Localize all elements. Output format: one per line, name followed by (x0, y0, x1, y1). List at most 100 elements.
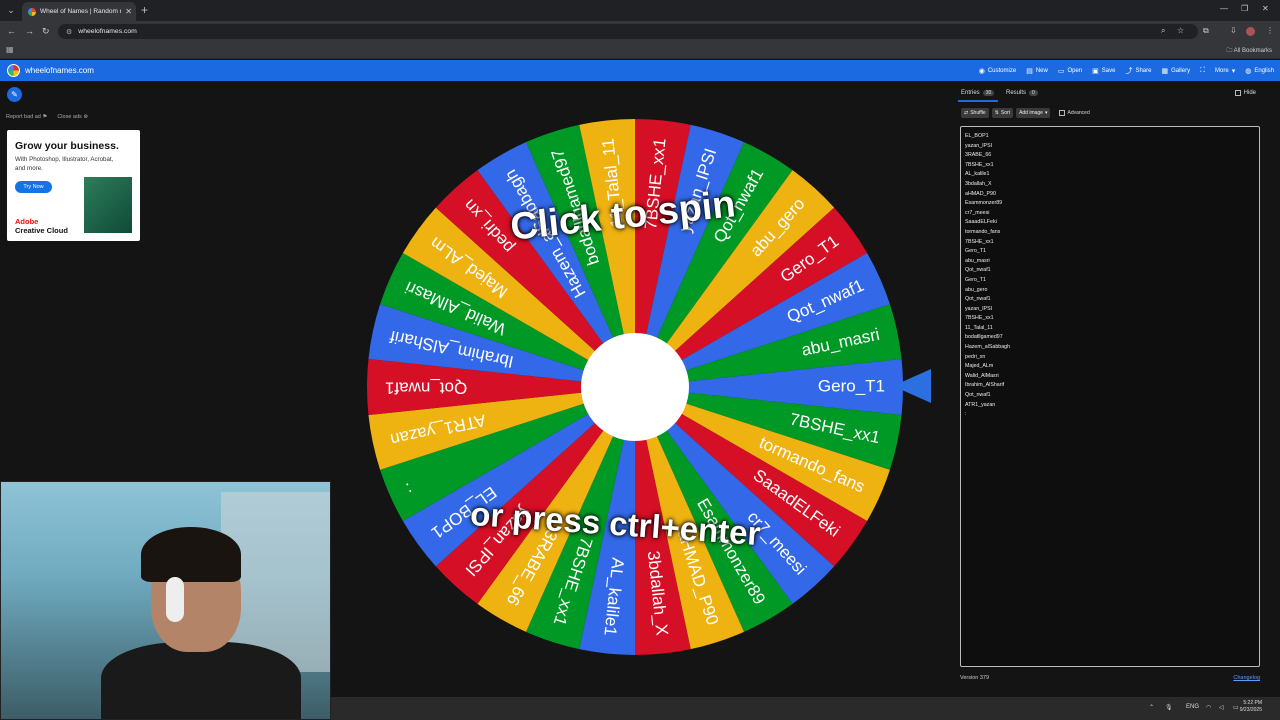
customize-button[interactable]: ◉ Customize (979, 67, 1016, 75)
globe-icon: ◍ (1245, 67, 1252, 75)
advanced-label: Advanced (1067, 110, 1090, 116)
hide-checkbox[interactable] (1234, 90, 1241, 96)
all-bookmarks[interactable]: 🗀 All Bookmarks (1226, 46, 1272, 56)
flag-icon: ⚑ (42, 114, 48, 120)
folder-icon: ▭ (1057, 67, 1065, 75)
entries-panel: Entries 30 Results 0 Hide ⇄ Shuffle ⇅ Sort A… (955, 86, 1270, 686)
downloads-icon[interactable]: ⇩ (1230, 26, 1237, 35)
ad-brand: Adobe Creative Cloud (15, 217, 68, 235)
reload-icon[interactable]: ↻ (42, 26, 50, 37)
entries-count-badge: 30 (982, 90, 995, 96)
close-tab-icon[interactable]: ✕ (125, 7, 132, 16)
address-bar[interactable]: ⚙ wheelofnames.com (58, 24, 1198, 39)
tab-title: Wheel of Names | Random nam... (40, 8, 121, 15)
entries-textarea[interactable]: EL_BOP1 yazan_IPSI 3RABE_66 7BSHE_xx1 AL_kal… (960, 126, 1260, 667)
microphone-icon[interactable]: 🎙 (1165, 704, 1173, 711)
entry-line: ATR1_yazan (965, 401, 996, 408)
entry-line: 7BSHE_xx1 (965, 315, 994, 322)
tab-entries[interactable]: Entries 30 (961, 90, 995, 96)
ad-subtext: With Photoshop, Illustrator, Acrobat, an… (15, 156, 114, 172)
browser-tab[interactable]: Wheel of Names | Random nam... ✕ (22, 2, 136, 21)
tab-search-icon[interactable]: ⌄ (4, 4, 18, 17)
report-ad-link[interactable]: Report bad ad ⚑ (6, 114, 47, 120)
wheel-logo-icon[interactable] (7, 64, 20, 77)
minimize-icon[interactable]: — (1220, 4, 1228, 13)
share-icon: ⤴ (1125, 67, 1133, 75)
tray-chevron-icon[interactable]: ⌃ (1149, 704, 1154, 711)
forward-icon[interactable]: → (25, 26, 34, 36)
entry-line: aHMAD_P90 (965, 190, 996, 197)
ad-try-now-button[interactable]: Try Now (15, 181, 52, 193)
chrome-menu-icon[interactable]: ⋮ (1266, 26, 1274, 35)
gallery-button[interactable]: ▦ Gallery (1161, 67, 1190, 75)
entry-line: yazan_IPSI (965, 142, 993, 149)
restore-icon[interactable]: ❐ (1241, 4, 1248, 13)
language-button[interactable]: ◍ English (1245, 67, 1274, 75)
wifi-icon[interactable]: ◠ (1206, 704, 1211, 711)
ad-brand-product: Creative Cloud (15, 226, 68, 235)
ad-headline: Grow your business. (15, 140, 119, 152)
edit-pencil-icon[interactable]: ✎ (7, 87, 22, 102)
new-tab-icon[interactable]: + (141, 3, 148, 17)
tab-results[interactable]: Results 0 (1006, 90, 1038, 96)
tab-entries-label: Entries (961, 90, 980, 96)
hide-toggle[interactable]: Hide (1234, 90, 1256, 96)
ad-brand-name: Adobe (15, 217, 39, 226)
browser-tab-strip: ⌄ Wheel of Names | Random nam... ✕ + — ❐… (0, 0, 1280, 21)
entry-line: 3RABE_66 (965, 152, 992, 159)
shuffle-button[interactable]: ⇄ Shuffle (961, 108, 989, 118)
sort-label: Sort (1000, 110, 1011, 116)
add-image-button[interactable]: Add image ▾ (1016, 108, 1051, 118)
extensions-icon[interactable]: ⧉ (1203, 26, 1209, 36)
webcam-person-hair (141, 527, 241, 582)
chevron-down-icon: ▾ (1044, 110, 1048, 116)
entry-line: 3bdallah_X (965, 180, 992, 187)
share-button[interactable]: ⤴ Share (1125, 66, 1151, 76)
changelog-link[interactable]: Changelog (1233, 675, 1260, 681)
webcam-person-body (101, 642, 301, 719)
version-text: Version 379 (960, 675, 990, 681)
save-button[interactable]: ▣ Save (1092, 67, 1115, 75)
wheel-segment-label: Gero_T1 (818, 376, 885, 395)
back-icon[interactable]: ← (7, 26, 16, 36)
panel-tabs: Entries 30 Results 0 Hide (955, 86, 1270, 102)
fullscreen-button[interactable]: ⛶ (1200, 67, 1205, 75)
close-window-icon[interactable]: ✕ (1262, 4, 1269, 13)
advanced-checkbox[interactable] (1059, 110, 1066, 116)
wheel-center-hub[interactable] (581, 333, 689, 441)
app-header: wheelofnames.com ◉ Customize ▤ New ▭ Open ▣… (0, 60, 1280, 81)
advertisement[interactable]: Grow your business. With Photoshop, Illu… (7, 130, 140, 241)
entry-line: Ibrahim_AlSharif (965, 382, 1005, 389)
entry-line: Qot_nwaf1 (965, 267, 991, 274)
zoom-icon[interactable]: ⌕ (1161, 26, 1165, 36)
file-icon: ▤ (1026, 67, 1033, 75)
gallery-label: Gallery (1171, 67, 1191, 74)
sort-button[interactable]: ⇅ Sort (991, 108, 1014, 118)
clock[interactable]: 5:22 PM 9/23/2025 (1240, 700, 1262, 714)
language-indicator[interactable]: ENG (1186, 704, 1199, 710)
more-label: More (1215, 67, 1229, 74)
speaker-icon[interactable]: ◁ (1219, 704, 1224, 711)
bookmark-star-icon[interactable]: ☆ (1177, 26, 1184, 35)
advanced-toggle[interactable]: Advanced (1059, 110, 1090, 116)
more-button[interactable]: More ▾ (1215, 67, 1235, 75)
close-ads-link[interactable]: Close ads ⊗ (57, 114, 88, 120)
new-button[interactable]: ▤ New (1026, 67, 1048, 75)
open-button[interactable]: ▭ Open (1058, 67, 1082, 75)
site-title[interactable]: wheelofnames.com (25, 66, 94, 75)
save-icon: ▣ (1092, 67, 1099, 75)
battery-icon[interactable]: ▭ (1233, 704, 1239, 711)
headset (166, 577, 184, 622)
header-menu: ◉ Customize ▤ New ▭ Open ▣ Save ⤴ Share ▦ Gall… (979, 60, 1274, 81)
entry-line: Qot_nwaf1 (965, 392, 991, 399)
all-bookmarks-label: All Bookmarks (1233, 48, 1272, 54)
entry-line: AL_kalile1 (965, 171, 990, 178)
profile-avatar[interactable] (1246, 27, 1255, 36)
folder-icon: 🗀 (1226, 48, 1234, 54)
entry-line: pedri_xn (965, 353, 986, 360)
palette-icon: ◉ (978, 67, 985, 75)
wheel-favicon-icon (28, 7, 36, 16)
entry-line: Gero_T1 (965, 248, 986, 255)
apps-grid-icon[interactable]: ▦ (6, 45, 14, 54)
site-info-icon[interactable]: ⚙ (66, 28, 72, 36)
